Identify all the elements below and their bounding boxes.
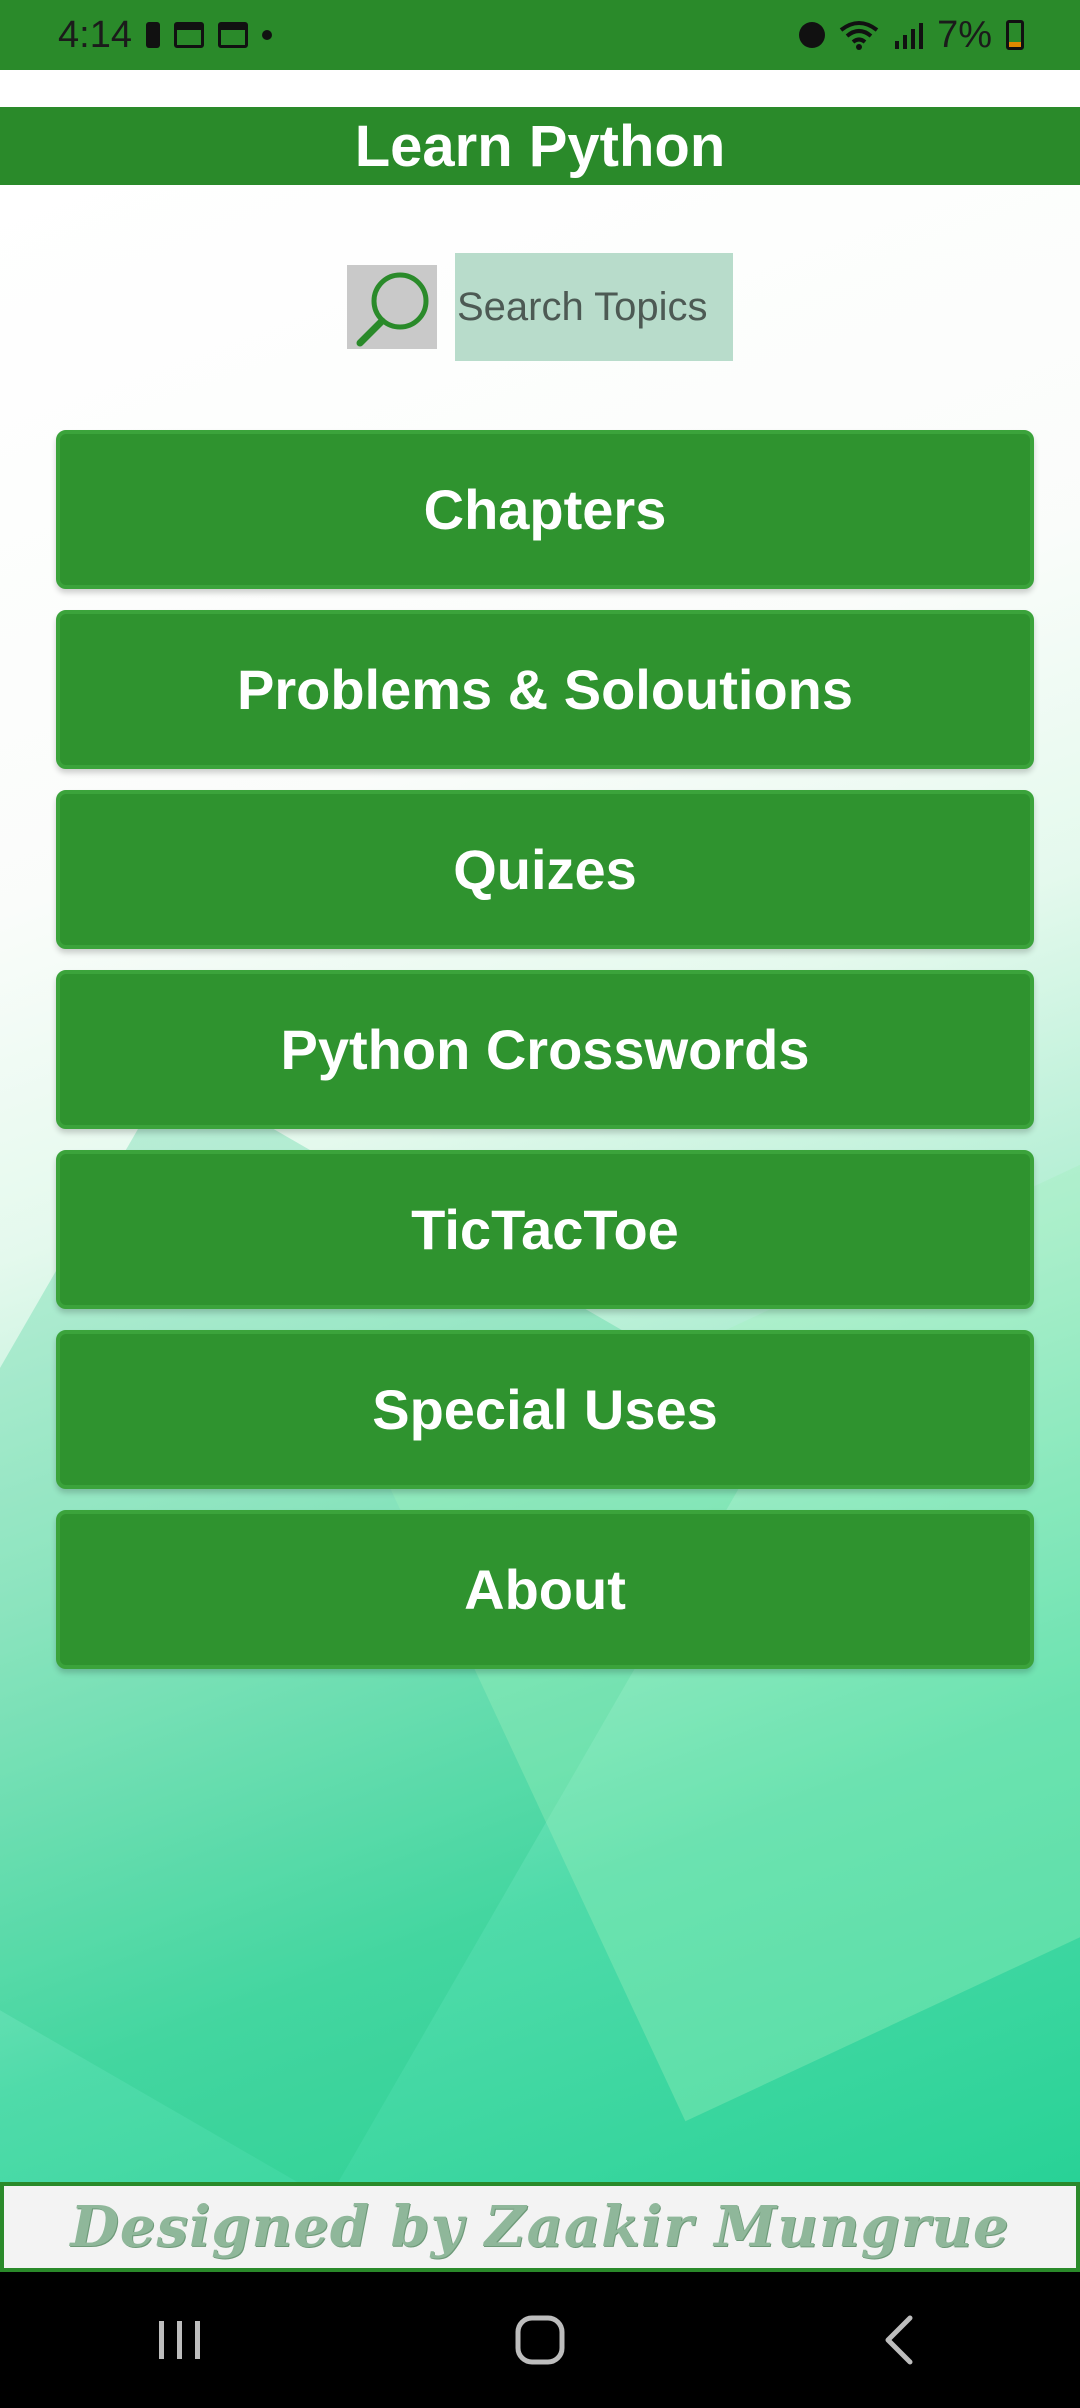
calendar-icon-2	[217, 22, 248, 48]
system-nav-bar	[0, 2272, 1080, 2408]
status-bar: 4:14 7%	[0, 0, 1080, 70]
search-icon	[356, 272, 429, 347]
footer-banner: Designed by Zaakir Mungrue	[0, 2182, 1080, 2272]
wifi-icon	[839, 21, 879, 50]
python-crosswords-button[interactable]: Python Crosswords	[56, 970, 1034, 1129]
battery-icon	[1006, 20, 1024, 50]
status-left: 4:14	[58, 14, 272, 57]
status-right: 7%	[799, 14, 1024, 57]
app-title-bar: Learn Python	[0, 107, 1080, 185]
battery-alert-icon	[145, 22, 160, 48]
back-icon	[885, 2315, 913, 2365]
spacer	[0, 70, 1080, 107]
home-button[interactable]	[490, 2290, 590, 2390]
problems-solutions-button[interactable]: Problems & Soloutions	[56, 610, 1034, 769]
signal-icon	[895, 23, 924, 49]
alarm-icon	[799, 22, 826, 48]
special-uses-button[interactable]: Special Uses	[56, 1330, 1034, 1489]
search-input[interactable]	[455, 253, 733, 361]
back-button[interactable]	[850, 2290, 950, 2390]
app-title: Learn Python	[354, 113, 726, 179]
recent-apps-button[interactable]	[130, 2290, 230, 2390]
quizzes-button[interactable]: Quizes	[56, 790, 1034, 949]
chapters-button[interactable]: Chapters	[56, 430, 1034, 589]
designer-credit: Designed by Zaakir Mungrue	[70, 2194, 1010, 2260]
recent-apps-icon	[159, 2321, 200, 2359]
search-button[interactable]	[347, 265, 437, 349]
notification-dot-icon	[261, 30, 272, 40]
tictactoe-button[interactable]: TicTacToe	[56, 1150, 1034, 1309]
search-bar	[0, 253, 1080, 361]
main-menu: Chapters Problems & Soloutions Quizes Py…	[56, 430, 1034, 1669]
home-icon	[515, 2315, 565, 2365]
status-time: 4:14	[58, 13, 132, 56]
about-button[interactable]: About	[56, 1510, 1034, 1669]
battery-percent: 7%	[937, 13, 992, 56]
calendar-icon	[173, 22, 204, 48]
